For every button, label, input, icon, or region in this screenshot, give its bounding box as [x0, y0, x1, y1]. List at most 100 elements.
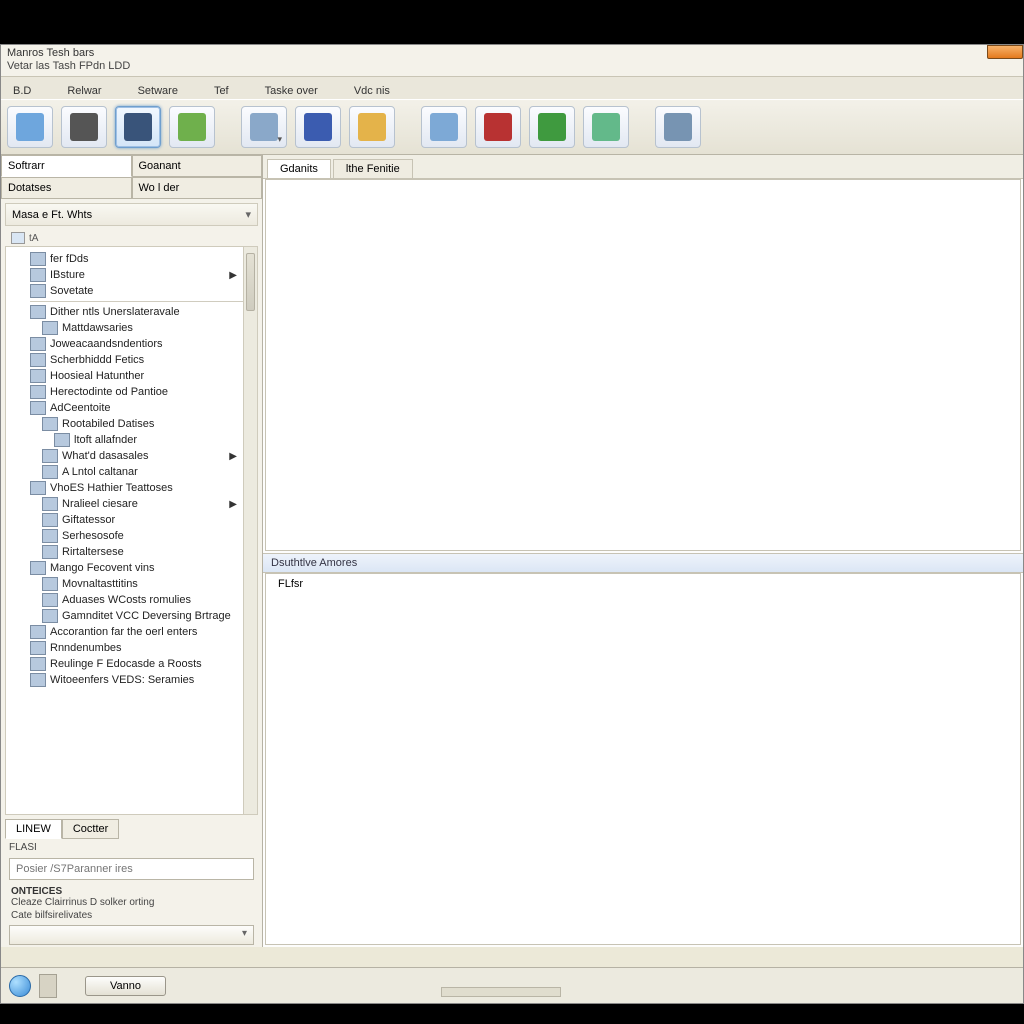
tree-item-label: Scherbhiddd Fetics	[50, 354, 144, 366]
tree-item[interactable]: Scherbhiddd Fetics	[8, 352, 255, 368]
ribbon-tab-5[interactable]: Vdc nis	[350, 83, 394, 99]
tool-6-icon	[304, 113, 332, 141]
status-globe-icon[interactable]	[9, 975, 31, 997]
toolbar-tool-1[interactable]	[7, 106, 53, 148]
tree-item-label: Reulinge F Edocasde a Roosts	[50, 658, 202, 670]
side-tab-wolder[interactable]: Wo l der	[132, 177, 263, 199]
tree-container: fer fDdsIBsture▶Sovetate Dither ntls Uner…	[5, 246, 258, 815]
tree-item[interactable]: Rirtaltersese	[8, 544, 255, 560]
tree-item-label: Aduases WCosts romulies	[62, 594, 191, 606]
toolbar	[1, 99, 1023, 155]
toolbar-tool-9[interactable]	[475, 106, 521, 148]
tool-1-icon	[16, 113, 44, 141]
tree-panel-sub: tA	[1, 230, 262, 246]
ribbon-tab-0[interactable]: B.D	[9, 83, 35, 99]
tree-item[interactable]: Herectodinte od Pantioe	[8, 384, 255, 400]
tree-item[interactable]: Gamnditet VCC Deversing Brtrage	[8, 608, 255, 624]
tree-item-icon	[54, 433, 70, 447]
tree-item[interactable]: Reulinge F Edocasde a Roosts	[8, 656, 255, 672]
toolbar-tool-5[interactable]	[241, 106, 287, 148]
tree-item[interactable]: Nralieel ciesare▶	[8, 496, 255, 512]
tree-item-label: AdCeentoite	[50, 402, 111, 414]
tree-item[interactable]: IBsture▶	[8, 267, 255, 283]
status-device-icon[interactable]	[39, 974, 57, 998]
search-input[interactable]	[9, 858, 254, 880]
ribbon-tab-2[interactable]: Setware	[134, 83, 182, 99]
lower-line2: Cate bilfsirelivates	[5, 910, 258, 923]
ribbon-tabs: B.D Relwar Setware Tef Taske over Vdc ni…	[1, 77, 1023, 99]
ribbon-tab-1[interactable]: Relwar	[63, 83, 105, 99]
tree-item[interactable]: Hoosieal Hatunther	[8, 368, 255, 384]
toolbar-tool-8[interactable]	[421, 106, 467, 148]
tree-item[interactable]: fer fDds	[8, 251, 255, 267]
tree-item-icon	[42, 593, 58, 607]
tool-8-icon	[430, 113, 458, 141]
tree-item[interactable]: Rootabiled Datises	[8, 416, 255, 432]
submenu-arrow-icon: ▶	[229, 451, 237, 462]
toolbar-tool-3[interactable]	[115, 106, 161, 148]
tool-12-icon	[664, 113, 692, 141]
ribbon-tab-3[interactable]: Tef	[210, 83, 233, 99]
side-tab-software[interactable]: Softrarr	[1, 155, 132, 177]
status-scroll[interactable]	[441, 987, 561, 997]
tree-item[interactable]: Aduases WCosts romulies	[8, 592, 255, 608]
window-close-area[interactable]	[987, 45, 1023, 59]
toolbar-tool-7[interactable]	[349, 106, 395, 148]
tree-item-label: Serhesosofe	[62, 530, 124, 542]
tree-item[interactable]: Joweacaandsndentiors	[8, 336, 255, 352]
tree-item-icon	[30, 337, 46, 351]
toolbar-tool-4[interactable]	[169, 106, 215, 148]
tree-item[interactable]: Dither ntls Unerslateravale	[8, 304, 255, 320]
tree-item[interactable]: Mattdawsaries	[8, 320, 255, 336]
tree-item-label: Herectodinte od Pantioe	[50, 386, 168, 398]
lower-tab-linew[interactable]: LINEW	[5, 819, 62, 839]
tree-item[interactable]: AdCeentoite	[8, 400, 255, 416]
tree-item-label: Movnaltasttitins	[62, 578, 138, 590]
tree-item[interactable]: Movnaltasttitins	[8, 576, 255, 592]
main-upper-content	[265, 179, 1021, 551]
lower-section-label: ONTEICES	[5, 882, 258, 897]
tree-item-icon	[42, 545, 58, 559]
menubar[interactable]: Vetar las Tash FPdn LDD	[1, 59, 1023, 77]
main-tab-1[interactable]: lthe Fenitie	[333, 159, 413, 178]
toolbar-tool-2[interactable]	[61, 106, 107, 148]
ribbon-tab-4[interactable]: Taske over	[261, 83, 322, 99]
tree-item[interactable]: VhoES Hathier Teattoses	[8, 480, 255, 496]
tree-item-icon	[30, 625, 46, 639]
main-tab-0[interactable]: Gdanits	[267, 159, 331, 178]
side-tab-goanant[interactable]: Goanant	[132, 155, 263, 177]
tree-item-icon	[42, 497, 58, 511]
tree-item[interactable]: Witoeenfers VEDS: Seramies	[8, 672, 255, 688]
toolbar-tool-6[interactable]	[295, 106, 341, 148]
tree-item[interactable]: Serhesosofe	[8, 528, 255, 544]
tree-item-label: Mattdawsaries	[62, 322, 133, 334]
scrollbar-thumb[interactable]	[246, 253, 255, 311]
tree-scrollbar[interactable]	[243, 247, 257, 814]
tool-7-icon	[358, 113, 386, 141]
tree-item-icon	[42, 513, 58, 527]
tree-item[interactable]: What'd dasasales▶	[8, 448, 255, 464]
toolbar-tool-12[interactable]	[655, 106, 701, 148]
tool-5-icon	[250, 113, 278, 141]
tree-item-icon	[30, 673, 46, 687]
tree-item[interactable]: Mango Fecovent vins	[8, 560, 255, 576]
submenu-arrow-icon: ▶	[229, 499, 237, 510]
toolbar-tool-11[interactable]	[583, 106, 629, 148]
tree-item[interactable]: A Lntol caltanar	[8, 464, 255, 480]
tree-item-label: Giftatessor	[62, 514, 115, 526]
lower-combo[interactable]	[9, 925, 254, 945]
tree-item-icon	[30, 561, 46, 575]
status-button[interactable]: Vanno	[85, 976, 166, 996]
tree-item[interactable]: Giftatessor	[8, 512, 255, 528]
lower-tab-coctter[interactable]: Coctter	[62, 819, 119, 839]
tool-2-icon	[70, 113, 98, 141]
tree-item[interactable]: Rnndenumbes	[8, 640, 255, 656]
tree-item-icon	[30, 252, 46, 266]
tree-item[interactable]: Accorantion far the oerl enters	[8, 624, 255, 640]
tree-panel-header[interactable]: Masa e Ft. Whts	[5, 203, 258, 226]
tree-item-label: Rirtaltersese	[62, 546, 124, 558]
tree-item[interactable]: ltoft allafnder	[8, 432, 255, 448]
tree-item[interactable]: Sovetate	[8, 283, 255, 299]
side-tab-dotatses[interactable]: Dotatses	[1, 177, 132, 199]
toolbar-tool-10[interactable]	[529, 106, 575, 148]
